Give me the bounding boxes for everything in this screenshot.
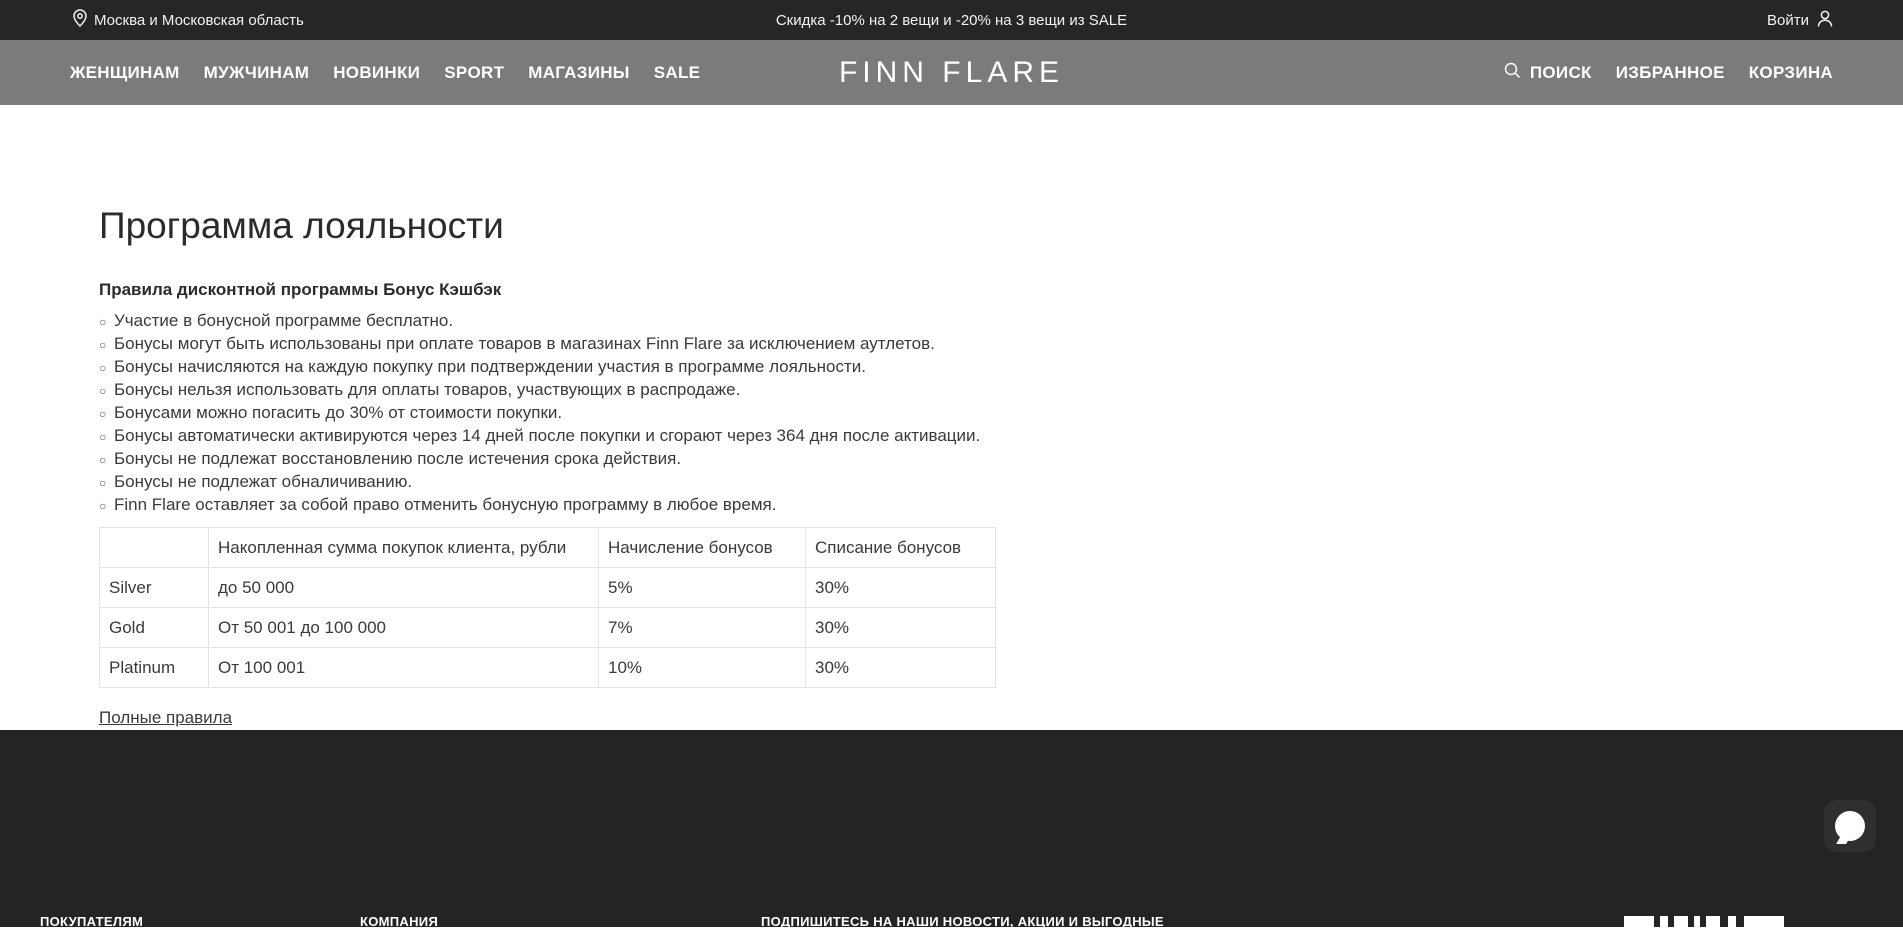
table-row: Gold От 50 001 до 100 000 7% 30% <box>99 607 996 648</box>
rule-text: Finn Flare оставляет за собой право отме… <box>114 495 777 514</box>
rule-text: Участие в бонусной программе бесплатно. <box>114 311 454 330</box>
user-icon <box>1817 10 1833 31</box>
table-row: Platinum От 100 001 10% 30% <box>99 647 996 688</box>
table-cell: 5% <box>598 567 806 608</box>
bullet-icon: ○ <box>99 407 107 421</box>
list-item: ○ Бонусы не подлежат обналичиванию. <box>99 471 980 494</box>
chat-button[interactable] <box>1824 800 1876 852</box>
search-icon <box>1504 62 1521 84</box>
bullet-icon: ○ <box>99 476 107 490</box>
list-item: ○ Бонусы начисляются на каждую покупку пр… <box>99 356 980 379</box>
footer <box>0 730 1903 927</box>
login-label: Войти <box>1767 11 1809 29</box>
chat-icon <box>1835 811 1865 841</box>
main-nav: ЖЕНЩИНАМ МУЖЧИНАМ НОВИНКИ SPORT МАГАЗИНЫ… <box>0 40 1903 105</box>
list-item: ○ Бонусы не подлежат восстановлению после… <box>99 448 980 471</box>
section-subtitle: Правила дисконтной программы Бонус Кэшбэ… <box>99 280 502 299</box>
bullet-icon: ○ <box>99 453 107 467</box>
favorites-link[interactable]: ИЗБРАННОЕ <box>1616 63 1725 83</box>
table-cell: 7% <box>598 607 806 648</box>
rule-text: Бонусы не подлежат восстановлению после … <box>114 449 682 468</box>
table-cell: 30% <box>805 647 996 688</box>
list-item: ○ Участие в бонусной программе бесплатно. <box>99 310 980 333</box>
list-item: ○ Бонусы могут быть использованы при опла… <box>99 333 980 356</box>
bullet-icon: ○ <box>99 361 107 375</box>
top-bar: Москва и Московская область Скидка -10% … <box>0 0 1903 40</box>
rule-text: Бонусы автоматически активируются через … <box>114 426 981 445</box>
rule-text: Бонусы начисляются на каждую покупку при… <box>114 357 866 376</box>
rule-text: Бонусы не подлежат обналичиванию. <box>114 472 413 491</box>
table-cell: до 50 000 <box>208 567 599 608</box>
rule-text: Бонусами можно погасить до 30% от стоимо… <box>114 403 563 422</box>
user-nav: ПОИСК ИЗБРАННОЕ КОРЗИНА <box>1504 40 1833 105</box>
promo-banner[interactable]: Скидка -10% на 2 вещи и -20% на 3 вещи и… <box>0 0 1903 40</box>
table-header <box>99 527 209 568</box>
list-item: ○ Бонусы автоматически активируются через… <box>99 425 980 448</box>
login-button[interactable]: Войти <box>1767 0 1833 40</box>
table-cell: 30% <box>805 567 996 608</box>
table-cell: От 100 001 <box>208 647 599 688</box>
bullet-icon: ○ <box>99 499 107 513</box>
search-label: ПОИСК <box>1529 62 1592 82</box>
list-item: ○ Finn Flare оставляет за собой право отм… <box>99 494 980 517</box>
table-cell: От 50 001 до 100 000 <box>208 607 599 648</box>
full-rules-link[interactable]: Полные правила <box>99 708 232 728</box>
table-header: Списание бонусов <box>805 527 996 568</box>
bullet-icon: ○ <box>99 430 107 444</box>
table-row: Silver до 50 000 5% 30% <box>99 567 996 608</box>
bullet-icon: ○ <box>99 384 107 398</box>
list-item: ○ Бонусами можно погасить до 30% от стоим… <box>99 402 980 425</box>
search-button[interactable]: ПОИСК <box>1504 62 1592 84</box>
page-title: Программа лояльности <box>99 205 504 246</box>
table-cell: 30% <box>805 607 996 648</box>
qr-code-icon <box>1624 916 1784 927</box>
table-header-row: Накопленная сумма покупок клиента, рубли… <box>99 527 996 568</box>
list-item: ○ Бонусы нельзя использовать для оплаты т… <box>99 379 980 402</box>
table-header: Накопленная сумма покупок клиента, рубли <box>208 527 599 568</box>
rule-text: Бонусы нельзя использовать для оплаты то… <box>114 380 741 399</box>
rules-list: ○ Участие в бонусной программе бесплатно.… <box>99 310 980 517</box>
table-cell: Gold <box>99 607 209 648</box>
bullet-icon: ○ <box>99 315 107 329</box>
rule-text: Бонусы могут быть использованы при оплат… <box>114 334 935 353</box>
table-cell: 10% <box>598 647 806 688</box>
cart-link[interactable]: КОРЗИНА <box>1749 63 1833 83</box>
table-cell: Platinum <box>99 647 209 688</box>
table-cell: Silver <box>99 567 209 608</box>
bullet-icon: ○ <box>99 338 107 352</box>
loyalty-tiers-table: Накопленная сумма покупок клиента, рубли… <box>99 527 996 688</box>
table-header: Начисление бонусов <box>598 527 806 568</box>
